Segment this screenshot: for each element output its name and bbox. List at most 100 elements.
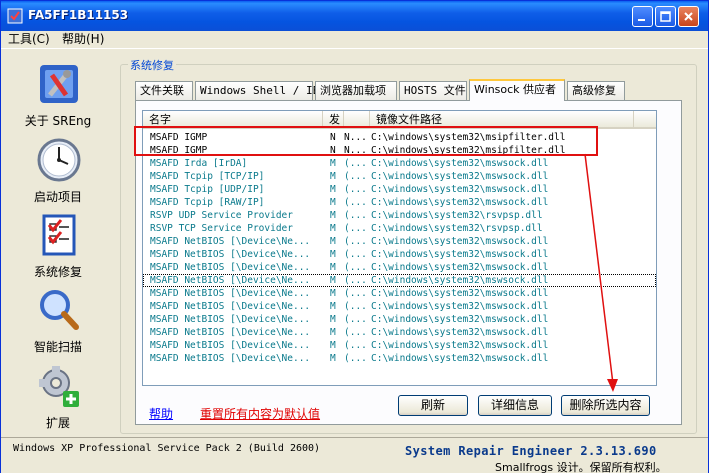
row-name: MSAFD Tcpip [RAW/IP] [150,197,265,208]
row-publisher: M [330,210,336,221]
menu-help[interactable]: 帮助(H) [62,31,104,48]
refresh-button[interactable]: 刷新 [398,395,468,416]
list-item[interactable]: MSAFD NetBIOS [\Device\Ne... M (... C:\wind… [143,326,656,339]
list-item[interactable]: MSAFD NetBIOS [\Device\Ne... M (... C:\wind… [143,287,656,300]
row-description: (... [344,340,367,351]
row-description: (... [344,327,367,338]
nav-label-startup: 启动项目 [33,190,82,204]
nav-item-extensions[interactable]: 扩展 [3,357,113,430]
row-publisher: M [330,249,336,260]
list-item[interactable]: RSVP TCP Service Provider M (... C:\windows… [143,222,656,235]
list-item[interactable]: MSAFD Tcpip [UDP/IP] M (... C:\windows\syst… [143,183,656,196]
tab-winsock-provider[interactable]: Winsock 供应者 [469,79,565,101]
nav-label-smart-scan: 智能扫描 [33,340,82,354]
list-item[interactable]: MSAFD NetBIOS [\Device\Ne... M (... C:\wind… [143,235,656,248]
tab-file-association[interactable]: 文件关联 [135,81,193,100]
row-description: (... [344,158,367,169]
row-name: MSAFD NetBIOS [\Device\Ne... [150,249,311,260]
row-description: (... [344,262,367,273]
row-description: (... [344,275,367,286]
row-description: (... [344,288,367,299]
nav-item-startup[interactable]: 启动项目 [3,131,113,204]
clock-icon [37,138,81,182]
row-publisher: M [330,262,336,273]
tools-icon [40,65,78,103]
row-name: RSVP TCP Service Provider [150,223,293,234]
status-copyright: Smallfrogs 设计。保留所有权利。 [495,461,667,473]
nav-item-about[interactable]: 关于 SREng [3,55,113,128]
app-icon [7,8,23,24]
row-image-path: C:\windows\system32\mswsock.dll [371,171,549,182]
row-name: MSAFD NetBIOS [\Device\Ne... [150,327,311,338]
list-item[interactable]: MSAFD Tcpip [RAW/IP] M (... C:\windows\syst… [143,196,656,209]
row-publisher: M [330,158,336,169]
row-image-path: C:\windows\system32\mswsock.dll [371,249,549,260]
help-link[interactable]: 帮助 [149,405,173,422]
menu-tools[interactable]: 工具(C) [8,31,50,48]
list-item[interactable]: MSAFD NetBIOS [\Device\Ne... M (... C:\wind… [143,248,656,261]
delete-selected-button[interactable]: 删除所选内容 [561,395,650,416]
row-description: (... [344,301,367,312]
row-name: MSAFD NetBIOS [\Device\Ne... [150,262,311,273]
maximize-icon [660,11,671,22]
list-body: MSAFD IGMP N N... C:\windows\system32\msipf… [143,131,656,365]
row-name: MSAFD NetBIOS [\Device\Ne... [150,236,311,247]
row-image-path: C:\windows\system32\mswsock.dll [371,353,549,364]
list-item[interactable]: MSAFD NetBIOS [\Device\Ne... M (... C:\wind… [143,313,656,326]
left-nav: 关于 SREng 启动项目 系统修复 智能扫描 扩展 [3,51,113,434]
row-description: (... [344,223,367,234]
row-name: MSAFD Tcpip [TCP/IP] [150,171,265,182]
row-publisher: M [330,340,336,351]
nav-item-system-repair[interactable]: 系统修复 [3,206,113,279]
close-icon [684,12,693,21]
magnifier-icon [40,290,79,330]
row-image-path: C:\windows\system32\mswsock.dll [371,262,549,273]
status-os-version: Windows XP Professional Service Pack 2 (… [13,443,321,454]
list-item[interactable]: MSAFD Irda [IrDA] M (... C:\windows\system3… [143,157,656,170]
app-window: FA5FF1B11153 工具(C) 帮助(H) 关于 SREng 启动项目 系… [0,0,709,473]
row-image-path: C:\windows\system32\mswsock.dll [371,340,549,351]
row-publisher: M [330,236,336,247]
minimize-icon [638,19,645,21]
details-button[interactable]: 详细信息 [478,395,552,416]
list-item[interactable]: MSAFD NetBIOS [\Device\Ne... M (... C:\wind… [143,339,656,352]
nav-label-system-repair: 系统修复 [33,265,82,279]
nav-label-about: 关于 SREng [24,114,92,128]
list-item[interactable]: MSAFD NetBIOS [\Device\Ne... M (... C:\wind… [143,261,656,274]
list-item[interactable]: RSVP UDP Service Provider M (... C:\windows… [143,209,656,222]
row-description: (... [344,249,367,260]
maximize-button[interactable] [655,6,676,27]
list-item[interactable]: MSAFD NetBIOS [\Device\Ne... M (... C:\wind… [143,300,656,313]
row-image-path: C:\windows\system32\rsvpsp.dll [371,223,543,234]
nav-item-smart-scan[interactable]: 智能扫描 [3,281,113,354]
row-description: (... [344,184,367,195]
row-image-path: C:\windows\system32\rsvpsp.dll [371,210,543,221]
row-image-path: C:\windows\system32\mswsock.dll [371,288,549,299]
menu-bar: 工具(C) 帮助(H) [1,31,708,49]
row-publisher: M [330,223,336,234]
tab-advanced-repair[interactable]: 高级修复 [567,81,625,100]
row-image-path: C:\windows\system32\mswsock.dll [371,236,549,247]
tab-windows-shell-ie[interactable]: Windows Shell / IE [195,81,319,100]
row-publisher: M [330,327,336,338]
row-name: MSAFD NetBIOS [\Device\Ne... [150,275,311,286]
row-description: (... [344,197,367,208]
title-bar[interactable]: FA5FF1B11153 [1,1,708,31]
row-publisher: M [330,171,336,182]
puzzle-icon [39,366,79,407]
reset-defaults-link[interactable]: 重置所有内容为默认值 [200,405,320,422]
row-name: MSAFD NetBIOS [\Device\Ne... [150,340,311,351]
row-publisher: M [330,197,336,208]
list-item[interactable]: MSAFD NetBIOS [\Device\Ne... M (... C:\wind… [143,274,656,287]
row-publisher: M [330,301,336,312]
close-button[interactable] [678,6,699,27]
row-name: MSAFD NetBIOS [\Device\Ne... [150,288,311,299]
tab-browser-addons[interactable]: 浏览器加载项 [315,81,397,100]
minimize-button[interactable] [632,6,653,27]
list-item[interactable]: MSAFD NetBIOS [\Device\Ne... M (... C:\wind… [143,352,656,365]
tab-hosts-file[interactable]: HOSTS 文件 [399,81,467,100]
group-title: 系统修复 [128,57,176,73]
list-item[interactable]: MSAFD Tcpip [TCP/IP] M (... C:\windows\syst… [143,170,656,183]
row-image-path: C:\windows\system32\mswsock.dll [371,197,549,208]
row-description: (... [344,210,367,221]
